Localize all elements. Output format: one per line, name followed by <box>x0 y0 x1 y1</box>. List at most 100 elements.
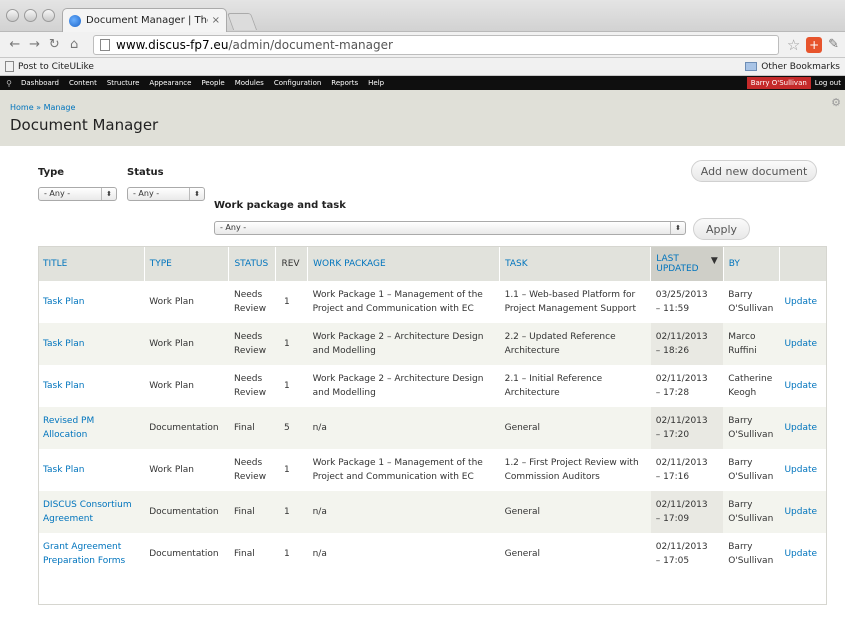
row-work-package: Work Package 1 – Management of the Projec… <box>307 281 500 323</box>
logout-link[interactable]: Log out <box>811 79 845 87</box>
apply-button[interactable]: Apply <box>693 218 750 240</box>
row-status: Final <box>228 491 276 533</box>
row-last-updated: 02/11/2013– 17:09 <box>650 491 724 533</box>
status-filter-select[interactable]: - Any - ⬍ <box>127 187 205 201</box>
row-update-link[interactable]: Update <box>779 491 827 533</box>
admin-user-link[interactable]: Barry O'Sullivan <box>746 77 811 89</box>
row-last-updated: 03/25/2013– 11:59 <box>650 281 724 323</box>
column-header-rev: REV <box>275 246 309 281</box>
admin-menu-structure[interactable]: Structure <box>102 79 145 87</box>
row-title-link[interactable]: Revised PM Allocation <box>38 407 145 449</box>
bookmark-star-icon[interactable]: ☆ <box>787 36 800 54</box>
admin-menu-reports[interactable]: Reports <box>326 79 363 87</box>
row-status: Needs Review <box>228 365 276 407</box>
reload-icon[interactable]: ↻ <box>46 37 64 52</box>
breadcrumb-manage[interactable]: Manage <box>44 103 76 112</box>
table-row: Task Plan Work Plan Needs Review 1 Work P… <box>38 449 827 491</box>
work-package-filter-value: - Any - <box>220 223 247 232</box>
row-title-link[interactable]: Task Plan <box>38 323 145 365</box>
table-row: Grant Agreement Preparation Forms Documen… <box>38 533 827 575</box>
row-last-updated: 02/11/2013– 17:05 <box>650 533 724 575</box>
tab-title: Document Manager | The DI <box>86 15 208 26</box>
row-title-link[interactable]: Grant Agreement Preparation Forms <box>38 533 145 575</box>
page-title: Document Manager <box>10 116 159 134</box>
home-icon[interactable]: ⌂ <box>65 37 83 52</box>
column-header-title[interactable]: TITLE <box>38 246 145 281</box>
column-header-work-package[interactable]: WORK PACKAGE <box>307 246 501 281</box>
row-title-link[interactable]: Task Plan <box>38 365 145 407</box>
row-work-package: Work Package 1 – Management of the Projec… <box>307 449 500 491</box>
admin-menu-dashboard[interactable]: Dashboard <box>16 79 64 87</box>
gear-icon[interactable]: ⚙ <box>831 96 841 109</box>
column-header-status[interactable]: STATUS <box>228 246 277 281</box>
row-by: Catherine Keogh <box>723 365 780 407</box>
browser-tab[interactable]: Document Manager | The DI × <box>62 8 227 32</box>
row-last-updated: 02/11/2013– 17:28 <box>650 365 724 407</box>
row-status: Final <box>228 533 276 575</box>
row-task: 2.2 – Updated Reference Architecture <box>499 323 651 365</box>
close-window-button[interactable] <box>6 9 19 22</box>
column-header-type[interactable]: TYPE <box>144 246 230 281</box>
tab-close-icon[interactable]: × <box>212 15 220 26</box>
row-type: Documentation <box>144 407 229 449</box>
row-title-link[interactable]: DISCUS Consortium Agreement <box>38 491 145 533</box>
column-header-last-updated[interactable]: ▼ LAST UPDATED <box>650 246 724 281</box>
back-arrow-icon[interactable]: ← <box>6 37 24 52</box>
url-host: www.discus-fp7.eu <box>116 37 229 52</box>
row-by: Barry O'Sullivan <box>723 407 780 449</box>
row-type: Work Plan <box>144 323 229 365</box>
row-task: 1.1 – Web-based Platform for Project Mana… <box>499 281 651 323</box>
row-update-link[interactable]: Update <box>779 323 827 365</box>
row-rev: 5 <box>275 407 308 449</box>
admin-menu-people[interactable]: People <box>196 79 229 87</box>
row-update-link[interactable]: Update <box>779 407 827 449</box>
type-filter-value: - Any - <box>44 189 71 198</box>
new-tab-button[interactable] <box>226 13 258 30</box>
breadcrumb-separator: » <box>33 103 44 112</box>
row-update-link[interactable]: Update <box>779 281 827 323</box>
minimize-window-button[interactable] <box>24 9 37 22</box>
row-rev: 1 <box>275 281 308 323</box>
row-by: Barry O'Sullivan <box>723 281 780 323</box>
column-header-by[interactable]: BY <box>723 246 780 281</box>
admin-toolbar: ⚲ Dashboard Content Structure Appearance… <box>0 76 845 90</box>
row-by: Barry O'Sullivan <box>723 533 780 575</box>
breadcrumb-home[interactable]: Home <box>10 103 34 112</box>
row-task: General <box>499 407 651 449</box>
admin-menu-content[interactable]: Content <box>64 79 102 87</box>
row-task: 1.2 – First Project Review with Commissio… <box>499 449 651 491</box>
type-filter-select[interactable]: - Any - ⬍ <box>38 187 117 201</box>
breadcrumb: Home » Manage <box>10 103 75 112</box>
column-header-last-updated-line1: LAST <box>656 253 679 264</box>
other-bookmarks[interactable]: Other Bookmarks <box>761 62 840 72</box>
row-update-link[interactable]: Update <box>779 533 827 575</box>
admin-menu-appearance[interactable]: Appearance <box>144 79 196 87</box>
wrench-icon[interactable]: ✎ <box>828 37 839 52</box>
column-header-last-updated-line2: UPDATED <box>656 263 699 274</box>
row-status: Final <box>228 407 276 449</box>
add-new-document-button[interactable]: Add new document <box>691 160 817 182</box>
zoom-window-button[interactable] <box>42 9 55 22</box>
admin-menu-help[interactable]: Help <box>363 79 389 87</box>
admin-menu-modules[interactable]: Modules <box>230 79 269 87</box>
address-bar[interactable]: www.discus-fp7.eu/admin/document-manager <box>93 34 779 55</box>
admin-home-icon[interactable]: ⚲ <box>2 79 16 88</box>
document-table: TITLE TYPE STATUS REV WORK PACKAGE TASK … <box>38 246 828 575</box>
bookmark-citeulike[interactable]: Post to CiteULike <box>18 62 94 72</box>
url-path: /admin/document-manager <box>228 37 393 52</box>
table-header-row: TITLE TYPE STATUS REV WORK PACKAGE TASK … <box>38 246 828 281</box>
work-package-filter-select[interactable]: - Any - ⬍ <box>214 221 686 235</box>
row-title-link[interactable]: Task Plan <box>38 281 145 323</box>
extension-icon[interactable]: + <box>806 36 823 53</box>
row-title-link[interactable]: Task Plan <box>38 449 145 491</box>
row-update-link[interactable]: Update <box>779 449 827 491</box>
row-work-package: n/a <box>307 491 500 533</box>
row-work-package: n/a <box>307 533 500 575</box>
column-header-operations <box>779 246 828 281</box>
column-header-task[interactable]: TASK <box>499 246 652 281</box>
folder-icon <box>745 62 758 71</box>
forward-arrow-icon[interactable]: → <box>26 37 44 52</box>
admin-menu-configuration[interactable]: Configuration <box>269 79 326 87</box>
row-update-link[interactable]: Update <box>779 365 827 407</box>
status-filter-label: Status <box>127 167 164 178</box>
